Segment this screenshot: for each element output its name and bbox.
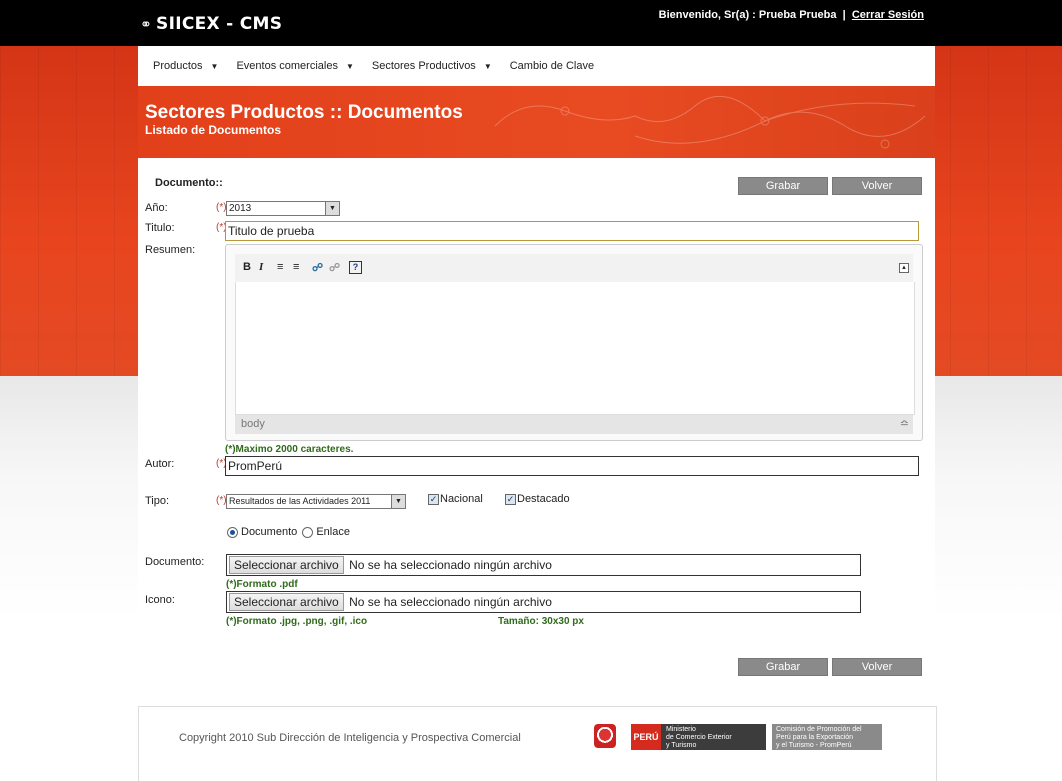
page-subtitle: Listado de Documentos bbox=[145, 123, 282, 137]
app-logo[interactable]: ⚭ SIICEX - CMS bbox=[140, 14, 282, 34]
radio-link[interactable] bbox=[302, 526, 314, 538]
section-title: Documento:: bbox=[155, 177, 223, 189]
welcome-area: Bienvenido, Sr(a) : Prueba Prueba | Cerr… bbox=[659, 9, 924, 21]
title-label: Titulo: bbox=[145, 222, 175, 234]
document-label: Documento: bbox=[145, 556, 205, 568]
dropdown-arrow-icon: ▼ bbox=[325, 202, 339, 215]
ordered-list-icon[interactable]: ≡ bbox=[277, 261, 283, 273]
editor-status-path: body ≏ bbox=[235, 415, 913, 434]
peru-coat-of-arms-logo bbox=[594, 724, 616, 748]
logo-icon: ⚭ bbox=[140, 17, 153, 33]
copyright-text: Copyright 2010 Sub Dirección de Intelige… bbox=[179, 732, 521, 744]
top-bar: ⚭ SIICEX - CMS Bienvenido, Sr(a) : Prueba… bbox=[0, 0, 1062, 46]
editor-toolbar: B I ≡ ≡ ☍ ☍ ? ▲ bbox=[235, 254, 913, 283]
type-label: Tipo: bbox=[145, 495, 170, 507]
promperu-line: Comisión de Promoción del bbox=[776, 726, 862, 733]
nav-label: Cambio de Clave bbox=[509, 60, 595, 72]
help-icon[interactable]: ? bbox=[349, 261, 362, 274]
summary-label: Resumen: bbox=[145, 244, 196, 256]
world-map-decoration bbox=[494, 95, 926, 149]
main-nav: Productos ▼ Eventos comerciales ▼ Sectores… bbox=[138, 46, 935, 86]
promperu-logo-text: Comisión de Promoción del Perú para la E… bbox=[776, 726, 862, 750]
summary-hint: (*)Maximo 2000 caracteres. bbox=[225, 444, 354, 455]
nav-label: Eventos comerciales bbox=[236, 60, 338, 72]
unlink-icon[interactable]: ☍ bbox=[329, 261, 340, 274]
nav-label: Productos bbox=[153, 60, 203, 72]
summary-textarea[interactable] bbox=[235, 282, 915, 415]
logo-text: SIICEX - CMS bbox=[156, 14, 283, 34]
back-button-top[interactable]: Volver bbox=[832, 177, 922, 195]
nav-item-sectores[interactable]: Sectores Productivos ▼ bbox=[372, 46, 492, 87]
form-panel: Documento:: Grabar Volver Año: (*) 2013 … bbox=[138, 158, 935, 698]
status-path-text: body bbox=[241, 418, 265, 430]
promperu-line: y el Turismo - PromPerú bbox=[776, 742, 852, 749]
ministry-line: de Comercio Exterior bbox=[666, 734, 732, 741]
italic-icon[interactable]: I bbox=[259, 261, 263, 273]
page-title: Sectores Productos :: Documentos bbox=[145, 102, 463, 123]
document-hint: (*)Formato .pdf bbox=[226, 579, 298, 590]
nav-item-eventos[interactable]: Eventos comerciales ▼ bbox=[236, 46, 353, 87]
featured-option[interactable]: ✓ Destacado bbox=[505, 493, 570, 505]
save-button-top[interactable]: Grabar bbox=[738, 177, 828, 195]
save-button-bottom[interactable]: Grabar bbox=[738, 658, 828, 676]
caret-down-icon: ▼ bbox=[345, 62, 354, 71]
dropdown-arrow-icon: ▼ bbox=[391, 495, 405, 508]
national-option[interactable]: ✓ Nacional bbox=[428, 493, 483, 505]
national-label: Nacional bbox=[440, 493, 483, 505]
radio-link-label: Enlace bbox=[316, 526, 350, 538]
year-select[interactable]: 2013 ▼ bbox=[226, 201, 340, 216]
type-value: Resultados de las Actividades 2011 bbox=[229, 496, 371, 506]
footer: Copyright 2010 Sub Dirección de Intelige… bbox=[138, 706, 937, 781]
icon-choose-file-button[interactable]: Seleccionar archivo bbox=[229, 593, 344, 611]
nav-item-productos[interactable]: Productos ▼ bbox=[153, 46, 218, 87]
collapse-toolbar-icon[interactable]: ▲ bbox=[899, 263, 909, 273]
link-icon[interactable]: ☍ bbox=[312, 261, 323, 274]
year-label: Año: bbox=[145, 202, 168, 214]
caret-down-icon: ▼ bbox=[483, 62, 492, 71]
ministry-line: Ministerio bbox=[666, 726, 696, 733]
caret-down-icon: ▼ bbox=[210, 62, 219, 71]
document-file-status: No se ha seleccionado ningún archivo bbox=[349, 558, 552, 572]
author-input[interactable]: PromPerú bbox=[225, 456, 919, 476]
featured-label: Destacado bbox=[517, 493, 570, 505]
title-input[interactable]: Titulo de prueba bbox=[225, 221, 919, 241]
author-label: Autor: bbox=[145, 458, 175, 470]
nav-item-cambio-clave[interactable]: Cambio de Clave bbox=[510, 46, 594, 87]
back-button-bottom[interactable]: Volver bbox=[832, 658, 922, 676]
bold-icon[interactable]: B bbox=[243, 261, 251, 273]
radio-document-label: Documento bbox=[241, 526, 298, 538]
promperu-logo: Comisión de Promoción del Perú para la E… bbox=[772, 724, 882, 750]
document-file-input[interactable]: Seleccionar archivo No se ha seleccionad… bbox=[226, 554, 861, 576]
rich-text-editor: B I ≡ ≡ ☍ ☍ ? ▲ body ≏ bbox=[225, 244, 923, 441]
icon-label: Icono: bbox=[145, 594, 175, 606]
required-mark: (*) bbox=[216, 202, 227, 213]
icon-file-status: No se ha seleccionado ningún archivo bbox=[349, 595, 552, 609]
ministry-line: y Turismo bbox=[666, 742, 697, 749]
unordered-list-icon[interactable]: ≡ bbox=[293, 261, 299, 273]
required-mark: (*) bbox=[216, 495, 227, 506]
logout-link[interactable]: Cerrar Sesión bbox=[852, 9, 924, 21]
icon-size-hint: Tamaño: 30x30 px bbox=[498, 616, 584, 627]
welcome-separator: | bbox=[842, 9, 846, 21]
document-choose-file-button[interactable]: Seleccionar archivo bbox=[229, 556, 344, 574]
ministry-logo-text: Ministerio de Comercio Exterior y Turism… bbox=[666, 726, 732, 750]
peru-logo-text: PERÚ bbox=[631, 724, 661, 750]
national-checkbox[interactable]: ✓ bbox=[428, 493, 439, 505]
icon-file-input[interactable]: Seleccionar archivo No se ha seleccionad… bbox=[226, 591, 861, 613]
ministry-logo: PERÚ Ministerio de Comercio Exterior y T… bbox=[631, 724, 766, 750]
type-select[interactable]: Resultados de las Actividades 2011 ▼ bbox=[226, 494, 406, 509]
promperu-line: Perú para la Exportación bbox=[776, 734, 854, 741]
radio-document[interactable] bbox=[227, 526, 238, 538]
icon-format-hint: (*)Formato .jpg, .png, .gif, .ico bbox=[226, 616, 368, 627]
year-value: 2013 bbox=[229, 203, 252, 214]
welcome-text: Bienvenido, Sr(a) : Prueba Prueba bbox=[658, 9, 837, 21]
featured-checkbox[interactable]: ✓ bbox=[505, 493, 516, 505]
nav-label: Sectores Productivos bbox=[371, 60, 476, 72]
resource-type-radios: Documento Enlace bbox=[227, 526, 350, 538]
resize-handle-icon[interactable]: ≏ bbox=[900, 415, 909, 434]
page-banner: Sectores Productos :: Documentos Listado… bbox=[138, 86, 935, 158]
